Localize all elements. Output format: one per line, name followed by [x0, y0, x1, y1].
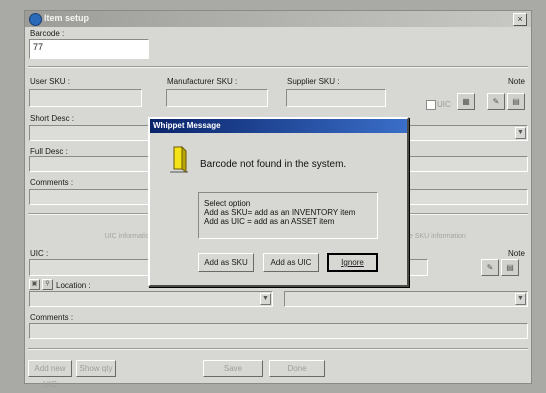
- uic-input[interactable]: [29, 259, 159, 276]
- door-icon: [170, 145, 188, 173]
- location-label: Location :: [56, 281, 91, 290]
- window-title: Item setup: [44, 13, 90, 23]
- uic-checkbox[interactable]: [426, 100, 436, 110]
- short-desc-label: Short Desc :: [30, 114, 75, 123]
- note-view-icon[interactable]: ▤: [507, 93, 525, 110]
- owner-dropdown-icon[interactable]: ▼: [515, 293, 526, 305]
- short-desc-dropdown-icon[interactable]: ▼: [515, 127, 526, 139]
- table-icon[interactable]: ▦: [457, 93, 475, 110]
- manufacturer-sku-input[interactable]: [166, 89, 268, 107]
- uic-note-label: Note: [508, 249, 525, 258]
- supplier-sku-input[interactable]: [286, 89, 386, 107]
- divider: [28, 348, 528, 350]
- user-sku-input[interactable]: [29, 89, 142, 107]
- location-dropdown-icon[interactable]: ▼: [260, 293, 271, 305]
- option-line: Select option: [204, 199, 251, 208]
- note-label: Note: [508, 77, 525, 86]
- option-help-box: Select option Add as SKU= add as an INVE…: [198, 192, 378, 239]
- user-sku-label: User SKU :: [30, 77, 71, 86]
- option-line: Add as UIC = add as an ASSET item: [204, 217, 335, 226]
- divider: [28, 66, 528, 68]
- comments-label: Comments :: [30, 178, 74, 187]
- manufacturer-sku-label: Manufacturer SKU :: [167, 77, 238, 86]
- whippet-message-dialog: Whippet Message Barcode not found in the…: [148, 117, 409, 287]
- uic-comments-label: Comments :: [30, 313, 74, 322]
- save-button[interactable]: Save: [203, 360, 263, 377]
- dialog-title: Whippet Message: [150, 119, 407, 133]
- ignore-button[interactable]: Ignore: [327, 253, 378, 272]
- done-button[interactable]: Done: [269, 360, 325, 377]
- show-qty-button[interactable]: Show qty: [76, 360, 116, 377]
- location-select[interactable]: ▼: [29, 291, 273, 307]
- uic-label: UIC :: [30, 249, 49, 258]
- option-line: Add as SKU= add as an INVENTORY item: [204, 208, 356, 217]
- app-globe-icon: [29, 13, 42, 26]
- add-as-uic-button[interactable]: Add as UIC: [263, 253, 319, 272]
- uic-note-view-icon[interactable]: ▤: [501, 259, 519, 276]
- uic-note-edit-icon[interactable]: ✎: [481, 259, 499, 276]
- barcode-label: Barcode :: [30, 29, 65, 38]
- supplier-sku-label: Supplier SKU :: [287, 77, 340, 86]
- close-icon[interactable]: ×: [513, 13, 527, 26]
- location-search-icon[interactable]: ⚲: [42, 279, 53, 290]
- dialog-message: Barcode not found in the system.: [200, 159, 347, 170]
- location-browse-icon[interactable]: ▣: [29, 279, 40, 290]
- uic-comments-input[interactable]: [29, 323, 528, 339]
- note-edit-icon[interactable]: ✎: [487, 93, 505, 110]
- add-new-uic-button[interactable]: Add new UIC: [28, 360, 72, 389]
- add-as-sku-button[interactable]: Add as SKU: [198, 253, 254, 272]
- title-bar: Item setup ×: [25, 11, 531, 27]
- owner-select[interactable]: ▼: [284, 291, 528, 307]
- full-desc-label: Full Desc :: [30, 147, 68, 156]
- sku-information-header: e SKU information: [409, 233, 466, 240]
- uic-checkbox-label: UIC: [437, 100, 451, 109]
- barcode-input[interactable]: 77: [29, 39, 149, 59]
